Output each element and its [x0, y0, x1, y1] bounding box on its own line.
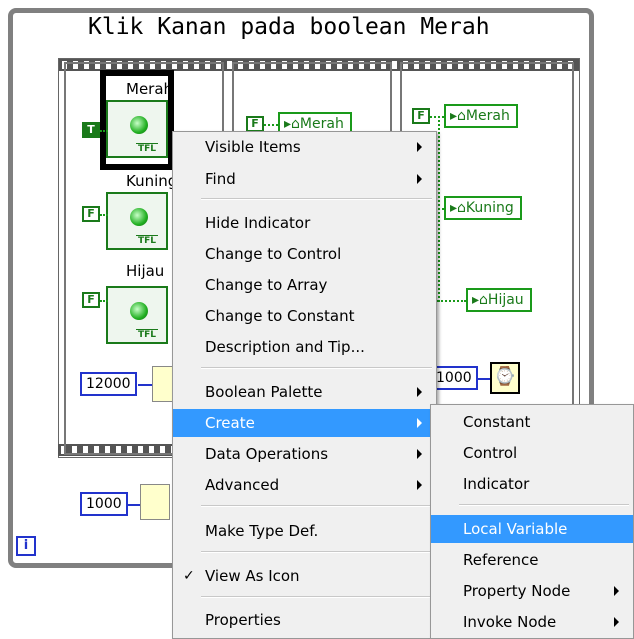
- submenu-item-control[interactable]: Control: [431, 439, 633, 467]
- indicator-label-hijau: Hijau: [126, 262, 165, 280]
- menu-item-create[interactable]: Create: [173, 409, 436, 437]
- arrow-house-icon: ▸⌂: [450, 108, 466, 124]
- menu-item-data-operations[interactable]: Data Operations: [173, 440, 436, 468]
- wire: [430, 116, 444, 118]
- menu-item-change-to-control[interactable]: Change to Control: [173, 240, 436, 268]
- iteration-terminal: i: [16, 536, 36, 556]
- bool-const-hijau[interactable]: F: [82, 292, 100, 308]
- indicator-hijau[interactable]: TFL: [106, 286, 168, 344]
- menu-item-description-and-tip[interactable]: Description and Tip...: [173, 333, 436, 361]
- menu-item-hide-indicator[interactable]: Hide Indicator: [173, 209, 436, 237]
- led-icon: [130, 116, 148, 134]
- menu-item-find[interactable]: Find: [173, 165, 436, 193]
- wire: [100, 130, 108, 132]
- tfl-label: TFL: [136, 235, 159, 246]
- menu-item-boolean-palette[interactable]: Boolean Palette: [173, 378, 436, 406]
- submenu-item-invoke-node[interactable]: Invoke Node: [431, 608, 633, 636]
- menu-item-advanced[interactable]: Advanced: [173, 471, 436, 499]
- menu-separator: [201, 551, 432, 553]
- local-variable-merah-2[interactable]: ▸⌂Merah: [444, 104, 518, 128]
- submenu-arrow-icon: [614, 586, 619, 596]
- metronome-icon[interactable]: [140, 484, 170, 520]
- create-submenu: Constant Control Indicator Local Variabl…: [430, 404, 634, 639]
- bool-const-frame3[interactable]: F: [412, 108, 430, 124]
- wire: [100, 214, 108, 216]
- numeric-wire: [478, 378, 490, 380]
- context-menu: Visible Items Find Hide Indicator Change…: [172, 131, 437, 639]
- wire: [100, 300, 108, 302]
- check-icon: ✓: [183, 568, 195, 584]
- menu-item-change-to-array[interactable]: Change to Array: [173, 271, 436, 299]
- led-icon: [130, 302, 148, 320]
- diagram-caption: Klik Kanan pada boolean Merah: [88, 14, 490, 40]
- wait-timer-icon[interactable]: ⌚: [490, 362, 520, 394]
- bool-const-kuning[interactable]: F: [82, 206, 100, 222]
- menu-separator: [459, 504, 629, 506]
- submenu-arrow-icon: [417, 418, 422, 428]
- menu-separator: [201, 198, 432, 200]
- numeric-wire: [138, 384, 152, 386]
- submenu-item-constant[interactable]: Constant: [431, 408, 633, 436]
- menu-separator: [201, 505, 432, 507]
- submenu-item-local-variable[interactable]: Local Variable: [431, 515, 633, 543]
- menu-separator: [201, 596, 432, 598]
- menu-separator: [201, 367, 432, 369]
- submenu-item-property-node[interactable]: Property Node: [431, 577, 633, 605]
- menu-item-view-as-icon[interactable]: ✓ View As Icon: [173, 562, 436, 590]
- menu-item-properties[interactable]: Properties: [173, 606, 436, 634]
- wire: [264, 124, 278, 126]
- local-variable-kuning[interactable]: ▸⌂Kuning: [444, 196, 522, 220]
- menu-item-change-to-constant[interactable]: Change to Constant: [173, 302, 436, 330]
- indicator-merah[interactable]: TFL: [106, 100, 168, 158]
- led-icon: [130, 208, 148, 226]
- indicator-kuning[interactable]: TFL: [106, 192, 168, 250]
- submenu-arrow-icon: [614, 617, 619, 627]
- arrow-house-icon: ▸⌂: [450, 200, 466, 216]
- indicator-label-kuning: Kuning: [126, 172, 178, 190]
- bool-const-frame2[interactable]: F: [246, 116, 264, 132]
- submenu-arrow-icon: [417, 449, 422, 459]
- arrow-house-icon: ▸⌂: [284, 116, 300, 132]
- menu-item-visible-items[interactable]: Visible Items: [173, 133, 436, 161]
- tfl-label: TFL: [136, 329, 159, 340]
- submenu-item-reference[interactable]: Reference: [431, 546, 633, 574]
- submenu-arrow-icon: [417, 480, 422, 490]
- submenu-item-indicator[interactable]: Indicator: [431, 470, 633, 498]
- menu-item-make-type-def[interactable]: Make Type Def.: [173, 517, 436, 545]
- arrow-house-icon: ▸⌂: [472, 292, 488, 308]
- numeric-wire: [126, 504, 140, 506]
- wait-ms-constant[interactable]: 12000: [80, 372, 137, 396]
- submenu-arrow-icon: [417, 142, 422, 152]
- loop-wait-constant[interactable]: 1000: [80, 492, 128, 516]
- local-variable-hijau[interactable]: ▸⌂Hijau: [466, 288, 532, 312]
- submenu-arrow-icon: [417, 174, 422, 184]
- frame3-numeric-constant[interactable]: 1000: [430, 366, 478, 390]
- submenu-arrow-icon: [417, 387, 422, 397]
- tfl-label: TFL: [136, 143, 159, 154]
- bool-const-merah[interactable]: T: [82, 122, 100, 138]
